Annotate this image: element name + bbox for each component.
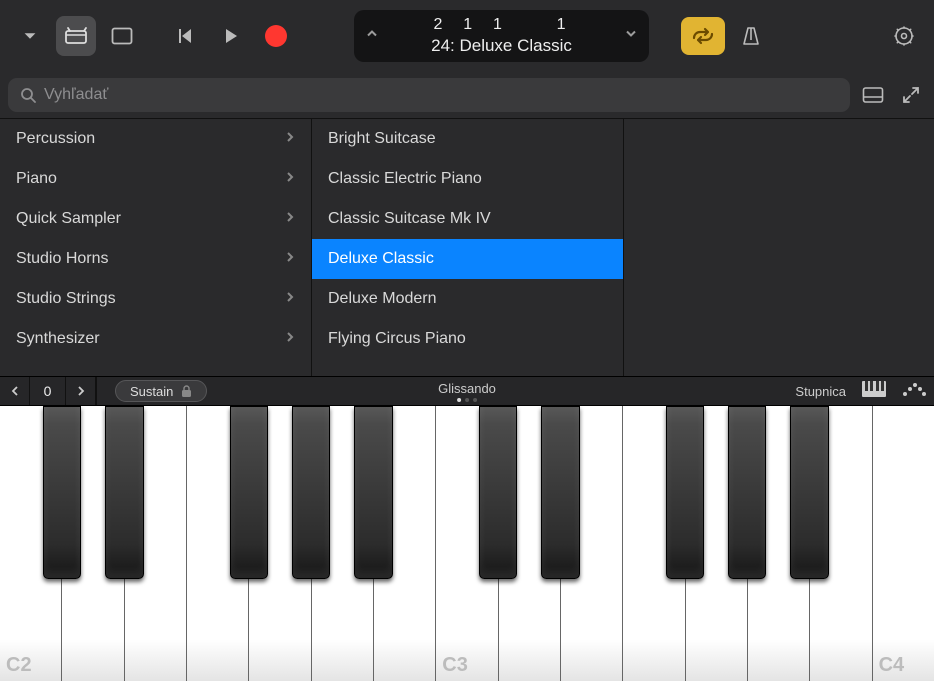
- category-row[interactable]: Quick Sampler: [0, 199, 311, 239]
- category-row[interactable]: Studio Strings: [0, 279, 311, 319]
- black-key[interactable]: [479, 406, 517, 579]
- octave-label: C2: [6, 654, 32, 677]
- black-key[interactable]: [728, 406, 766, 579]
- arpeggiator-button[interactable]: [902, 381, 926, 402]
- preset-label: Deluxe Modern: [328, 290, 437, 308]
- glissando-mode[interactable]: Glissando: [438, 381, 496, 402]
- expand-button[interactable]: [896, 80, 926, 110]
- display-next-button[interactable]: [623, 26, 639, 47]
- category-label: Studio Horns: [16, 250, 109, 268]
- chevron-right-icon: [285, 330, 295, 349]
- octave-label: C3: [442, 654, 468, 677]
- black-key[interactable]: [230, 406, 268, 579]
- keyboard-layout-button[interactable]: [862, 381, 886, 402]
- search-icon: [20, 87, 36, 103]
- category-row[interactable]: Synthesizer: [0, 319, 311, 359]
- preset-row[interactable]: Classic Electric Piano: [312, 159, 623, 199]
- black-key[interactable]: [105, 406, 143, 579]
- piano-keyboard[interactable]: C2 C3 C4: [0, 406, 934, 681]
- settings-button[interactable]: [884, 16, 924, 56]
- preset-row[interactable]: Flying Circus Piano: [312, 319, 623, 359]
- display-prev-button[interactable]: [364, 26, 380, 47]
- preset-column: Bright Suitcase Classic Electric Piano Cla…: [312, 119, 624, 376]
- lock-icon: [181, 385, 192, 398]
- cycle-button[interactable]: [681, 17, 725, 55]
- preset-label: Classic Electric Piano: [328, 170, 482, 188]
- chevron-right-icon: [285, 170, 295, 189]
- preset-label: Deluxe Classic: [328, 250, 434, 268]
- lcd-display[interactable]: 2 1 1 1 24: Deluxe Classic: [354, 10, 649, 62]
- record-button[interactable]: [256, 16, 296, 56]
- preset-row[interactable]: Bright Suitcase: [312, 119, 623, 159]
- black-key[interactable]: [666, 406, 704, 579]
- category-row[interactable]: Percussion: [0, 119, 311, 159]
- preset-row[interactable]: Deluxe Modern: [312, 279, 623, 319]
- record-icon: [265, 25, 287, 47]
- compact-view-button[interactable]: [858, 80, 888, 110]
- page-dots: [438, 398, 496, 402]
- go-to-start-button[interactable]: [164, 16, 204, 56]
- view-toggle-button[interactable]: [102, 16, 142, 56]
- category-label: Piano: [16, 170, 57, 188]
- preset-label: Classic Suitcase Mk IV: [328, 210, 491, 228]
- octave-down-button[interactable]: [0, 377, 30, 405]
- category-row[interactable]: Studio Horns: [0, 239, 311, 279]
- display-position: 2 1 1 1: [433, 16, 569, 34]
- category-column: Percussion Piano Quick Sampler Studio Horns…: [0, 119, 312, 376]
- chevron-right-icon: [285, 290, 295, 309]
- chevron-right-icon: [285, 250, 295, 269]
- sustain-toggle[interactable]: Sustain: [115, 380, 207, 402]
- black-key[interactable]: [292, 406, 330, 579]
- metronome-button[interactable]: [731, 16, 771, 56]
- browser-toggle-button[interactable]: [56, 16, 96, 56]
- search-input[interactable]: [44, 86, 838, 104]
- octave-stepper: 0: [0, 377, 97, 405]
- detail-column: [624, 119, 934, 376]
- play-button[interactable]: [210, 16, 250, 56]
- preset-row[interactable]: Deluxe Classic: [312, 239, 623, 279]
- sustain-label: Sustain: [130, 384, 173, 399]
- search-field-container[interactable]: [8, 78, 850, 112]
- preset-row[interactable]: Classic Suitcase Mk IV: [312, 199, 623, 239]
- black-key[interactable]: [43, 406, 81, 579]
- octave-up-button[interactable]: [66, 377, 96, 405]
- scale-button[interactable]: Stupnica: [795, 384, 846, 399]
- black-key[interactable]: [354, 406, 392, 579]
- category-label: Quick Sampler: [16, 210, 121, 228]
- chevron-right-icon: [285, 130, 295, 149]
- preset-label: Bright Suitcase: [328, 130, 436, 148]
- nav-menu-dropdown[interactable]: [10, 16, 50, 56]
- category-label: Studio Strings: [16, 290, 116, 308]
- category-label: Percussion: [16, 130, 95, 148]
- glissando-label: Glissando: [438, 381, 496, 396]
- white-key[interactable]: C4: [873, 406, 934, 681]
- preset-label: Flying Circus Piano: [328, 330, 466, 348]
- category-row[interactable]: Piano: [0, 159, 311, 199]
- category-label: Synthesizer: [16, 330, 100, 348]
- black-key[interactable]: [790, 406, 828, 579]
- display-patch-name: 24: Deluxe Classic: [431, 36, 572, 56]
- octave-label: C4: [879, 654, 905, 677]
- black-key[interactable]: [541, 406, 579, 579]
- octave-value: 0: [30, 377, 66, 405]
- chevron-right-icon: [285, 210, 295, 229]
